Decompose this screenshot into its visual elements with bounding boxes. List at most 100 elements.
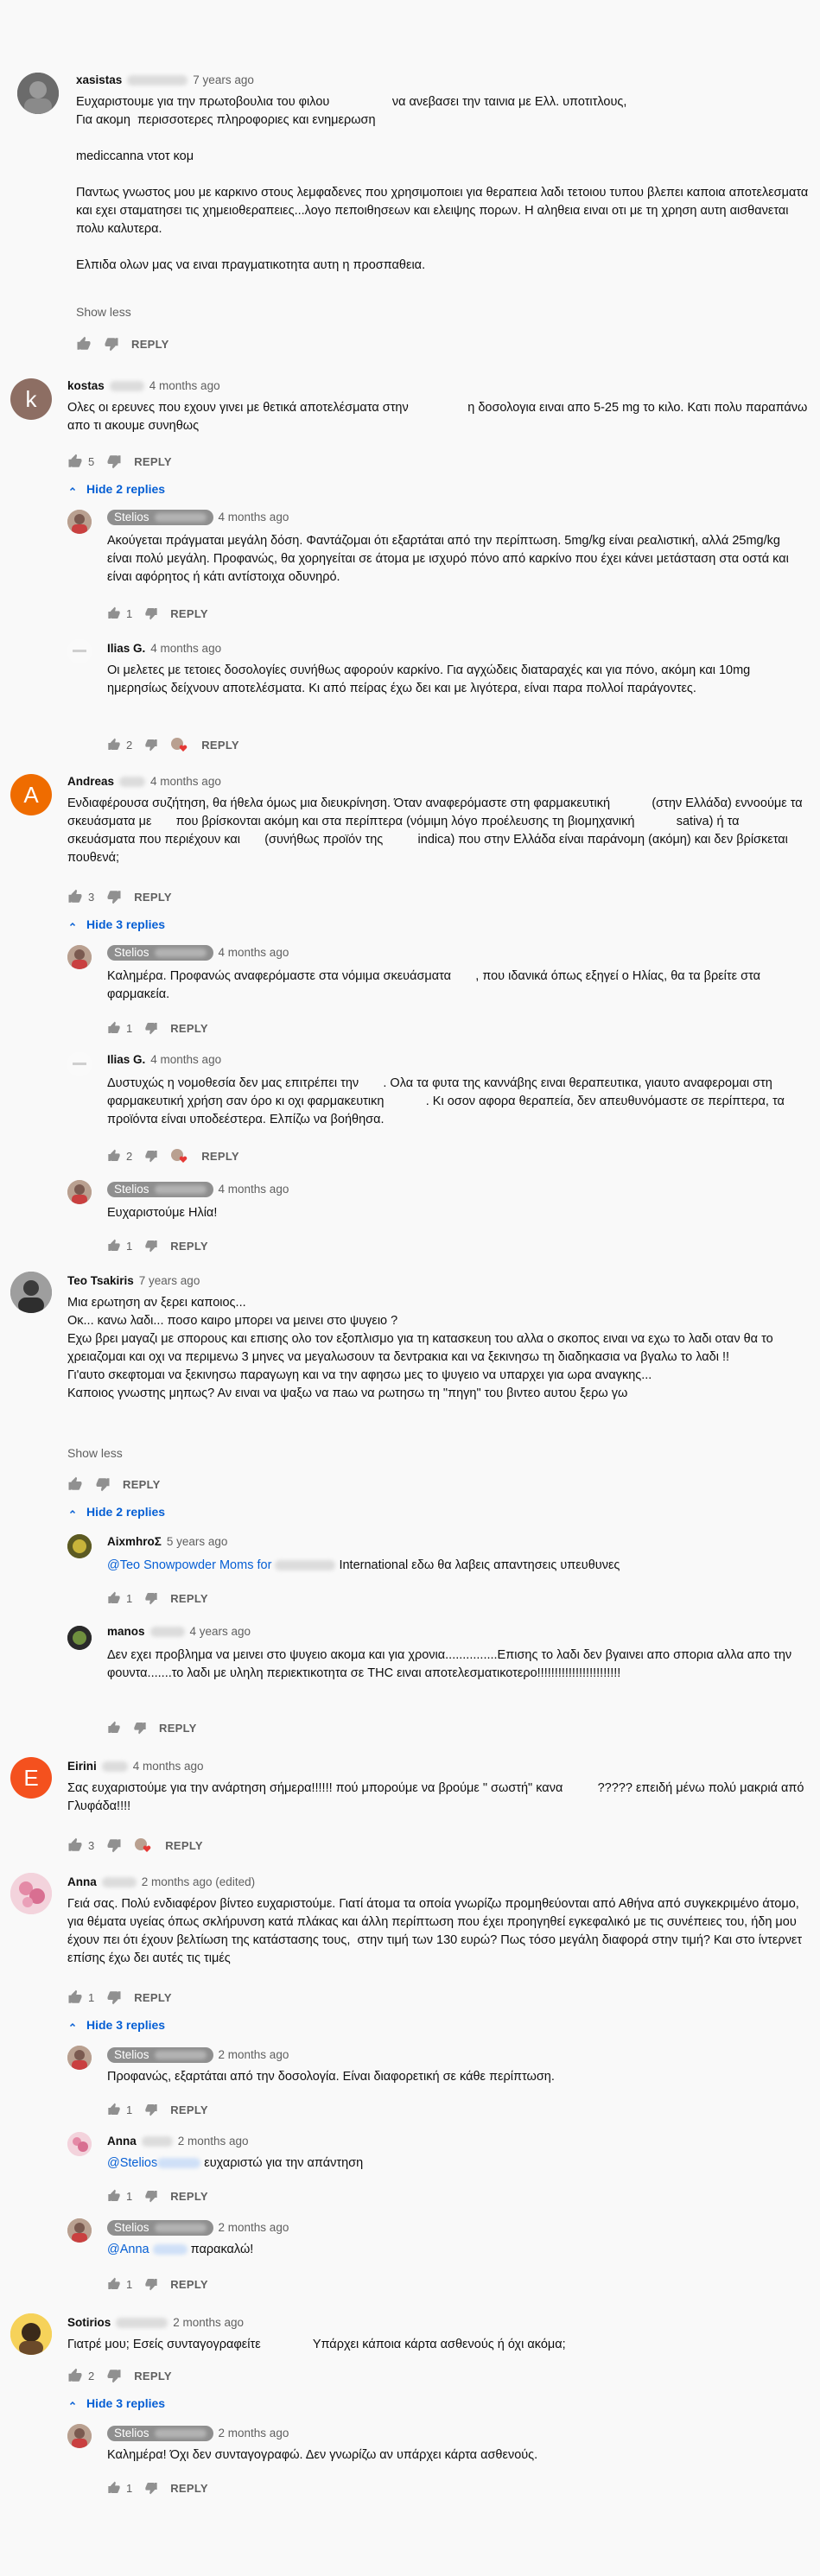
timestamp[interactable]: 4 months ago (219, 510, 289, 525)
reply-button[interactable]: REPLY (201, 1150, 239, 1163)
reply-button[interactable]: REPLY (159, 1722, 197, 1735)
like-icon[interactable] (67, 1837, 83, 1853)
dislike-icon[interactable] (144, 2103, 158, 2116)
dislike-icon[interactable] (144, 738, 158, 752)
timestamp[interactable]: 4 months ago (150, 641, 221, 657)
dislike-icon[interactable] (104, 336, 119, 352)
author-name[interactable]: xasistas (76, 73, 122, 88)
dislike-icon[interactable] (106, 454, 122, 469)
hide-replies-button[interactable]: Hide 2 replies (67, 1505, 165, 1519)
dislike-icon[interactable] (144, 1239, 158, 1253)
like-icon[interactable] (67, 454, 83, 469)
like-icon[interactable] (107, 1591, 121, 1605)
hide-replies-button[interactable]: Hide 3 replies (67, 2396, 165, 2410)
timestamp[interactable]: 2 months ago (edited) (142, 1875, 255, 1890)
dislike-icon[interactable] (106, 1837, 122, 1853)
avatar[interactable]: E (10, 1757, 52, 1799)
reply-button[interactable]: REPLY (123, 1478, 161, 1491)
timestamp[interactable]: 4 months ago (219, 1182, 289, 1197)
mention-link[interactable]: @Teo Snowpowder Moms for (107, 1558, 271, 1572)
show-less-button[interactable]: Show less (76, 305, 131, 319)
like-icon[interactable] (67, 1989, 83, 2005)
reply-button[interactable]: REPLY (165, 1839, 203, 1852)
timestamp[interactable]: 4 months ago (219, 945, 289, 961)
creator-badge[interactable]: Stelios (107, 2426, 213, 2441)
mention-link[interactable]: @Anna (107, 2243, 188, 2256)
avatar[interactable] (67, 2218, 92, 2243)
like-icon[interactable] (107, 1021, 121, 1035)
dislike-icon[interactable] (133, 1721, 147, 1735)
author-name[interactable]: Ilias G. (107, 1052, 145, 1068)
creator-badge[interactable]: Stelios (107, 1182, 213, 1197)
avatar[interactable] (67, 1534, 92, 1558)
reply-button[interactable]: REPLY (134, 455, 172, 468)
hide-replies-button[interactable]: Hide 2 replies (67, 482, 165, 496)
timestamp[interactable]: 4 months ago (133, 1759, 204, 1774)
avatar[interactable] (67, 945, 92, 969)
dislike-icon[interactable] (144, 606, 158, 620)
author-name[interactable]: manos (107, 1624, 145, 1640)
reply-button[interactable]: REPLY (170, 2278, 208, 2291)
author-name[interactable]: Andreas (67, 774, 114, 790)
mention-link[interactable]: @Stelios (107, 2156, 201, 2170)
dislike-icon[interactable] (144, 1021, 158, 1035)
hide-replies-button[interactable]: Hide 3 replies (67, 2018, 165, 2032)
reply-button[interactable]: REPLY (170, 1240, 208, 1253)
creator-badge[interactable]: Stelios (107, 2220, 213, 2236)
dislike-icon[interactable] (144, 2481, 158, 2495)
avatar[interactable] (17, 73, 59, 114)
dislike-icon[interactable] (95, 1476, 111, 1492)
author-name[interactable]: Ilias G. (107, 641, 145, 657)
avatar[interactable] (10, 2313, 52, 2355)
timestamp[interactable]: 2 months ago (219, 2047, 289, 2063)
avatar[interactable] (67, 639, 92, 663)
dislike-icon[interactable] (106, 1989, 122, 2005)
avatar[interactable] (67, 1626, 92, 1650)
dislike-icon[interactable] (144, 1591, 158, 1605)
timestamp[interactable]: 4 months ago (149, 378, 220, 394)
timestamp[interactable]: 7 years ago (139, 1273, 200, 1289)
creator-badge[interactable]: Stelios (107, 510, 213, 525)
timestamp[interactable]: 2 months ago (219, 2220, 289, 2236)
author-name[interactable]: kostas (67, 378, 105, 394)
timestamp[interactable]: 2 months ago (173, 2315, 244, 2331)
like-icon[interactable] (107, 2277, 121, 2291)
like-icon[interactable] (107, 2481, 121, 2495)
avatar[interactable] (67, 510, 92, 534)
timestamp[interactable]: 4 months ago (150, 1052, 221, 1068)
timestamp[interactable]: 5 years ago (167, 1534, 228, 1550)
like-icon[interactable] (107, 2103, 121, 2116)
like-icon[interactable] (107, 606, 121, 620)
reply-button[interactable]: REPLY (170, 1022, 208, 1035)
timestamp[interactable]: 4 months ago (150, 774, 221, 790)
reply-button[interactable]: REPLY (170, 2190, 208, 2203)
creator-badge[interactable]: Stelios (107, 945, 213, 961)
like-icon[interactable] (107, 1149, 121, 1163)
timestamp[interactable]: 7 years ago (193, 73, 254, 88)
author-name[interactable]: Sotirios (67, 2315, 111, 2331)
author-name[interactable]: AixmhroΣ (107, 1534, 162, 1550)
timestamp[interactable]: 2 months ago (219, 2426, 289, 2441)
reply-button[interactable]: REPLY (134, 1991, 172, 2004)
show-less-button[interactable]: Show less (67, 1446, 123, 1460)
hide-replies-button[interactable]: Hide 3 replies (67, 917, 165, 931)
timestamp[interactable]: 2 months ago (178, 2134, 249, 2149)
author-name[interactable]: Eirini (67, 1759, 97, 1774)
like-icon[interactable] (107, 2189, 121, 2203)
dislike-icon[interactable] (106, 889, 122, 904)
like-icon[interactable] (67, 1476, 83, 1492)
reply-button[interactable]: REPLY (134, 891, 172, 904)
reply-button[interactable]: REPLY (134, 2370, 172, 2382)
author-name[interactable]: Anna (107, 2134, 137, 2149)
avatar[interactable] (67, 1052, 92, 1076)
reply-button[interactable]: REPLY (170, 1592, 208, 1605)
like-icon[interactable] (67, 2368, 83, 2383)
avatar[interactable] (67, 1180, 92, 1204)
avatar[interactable] (10, 1873, 52, 1914)
reply-button[interactable]: REPLY (131, 338, 169, 351)
author-name[interactable]: Anna (67, 1875, 97, 1890)
avatar[interactable]: k (10, 378, 52, 420)
reply-button[interactable]: REPLY (170, 2103, 208, 2116)
avatar[interactable] (10, 1272, 52, 1313)
like-icon[interactable] (107, 738, 121, 752)
